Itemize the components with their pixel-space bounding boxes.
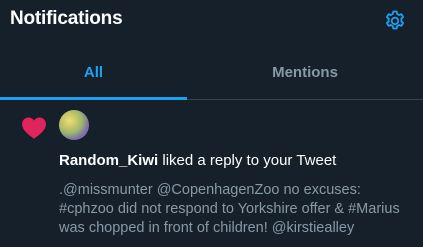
gear-icon[interactable] [383, 9, 407, 33]
tab-all[interactable]: All [0, 46, 187, 99]
page-title: Notifications [10, 8, 123, 29]
user-name[interactable]: Random_Kiwi [59, 152, 158, 169]
tweet-text: .@missmunter @CopenhagenZoo no excuses: … [59, 181, 409, 238]
tweet-line: was chopped in front of children! @kirst… [59, 220, 355, 236]
tab-all-label: All [83, 64, 104, 81]
header: Notifications [0, 0, 423, 46]
tweet-line: #cphzoo did not respond to Yorkshire off… [59, 201, 400, 217]
tab-bar: All Mentions [0, 46, 423, 100]
tab-mentions[interactable]: Mentions [187, 46, 423, 99]
notification-headline: Random_Kiwi liked a reply to your Tweet [59, 152, 336, 169]
tab-mentions-label: Mentions [272, 64, 338, 81]
notification-item[interactable]: Random_Kiwi liked a reply to your Tweet … [0, 100, 423, 247]
tweet-line: .@missmunter @CopenhagenZoo no excuses: [59, 182, 361, 198]
notification-action: liked a reply to your Tweet [158, 152, 337, 169]
heart-icon [22, 117, 46, 139]
avatar[interactable] [59, 110, 89, 140]
